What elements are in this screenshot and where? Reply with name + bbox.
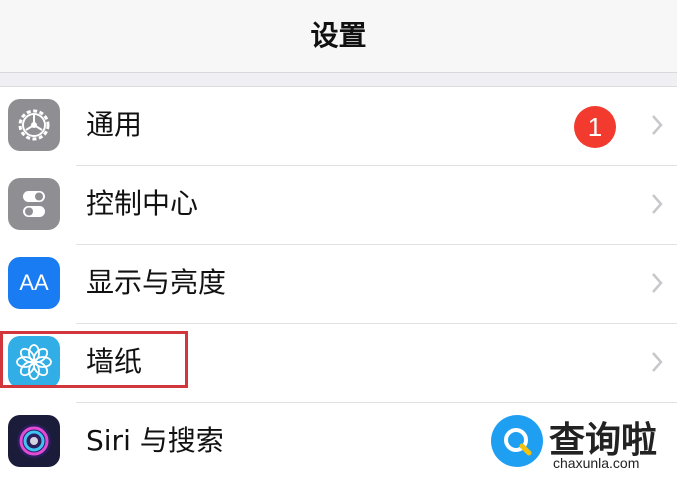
settings-row-label: 显示与亮度 <box>86 266 227 299</box>
chevron-right-icon <box>652 115 663 135</box>
siri-icon <box>8 415 60 467</box>
settings-row-label: 控制中心 <box>86 187 199 220</box>
nav-bar: 设置 <box>0 0 677 73</box>
watermark-subtext: chaxunla.com <box>553 455 640 471</box>
watermark: 查询啦 chaxunla.com <box>491 413 671 477</box>
display-brightness-icon: AA <box>8 257 60 309</box>
watermark-logo-icon <box>491 415 543 467</box>
settings-row-label: Siri 与搜索 <box>86 424 224 457</box>
settings-row-control-center[interactable]: 控制中心 <box>0 166 677 245</box>
chevron-right-icon <box>652 352 663 372</box>
settings-row-label: 通用 <box>86 108 143 141</box>
notification-badge: 1 <box>574 106 616 148</box>
control-center-icon <box>8 178 60 230</box>
chevron-right-icon <box>652 194 663 214</box>
highlight-box <box>0 331 188 388</box>
chevron-right-icon <box>652 273 663 293</box>
display-icon-text: AA <box>19 270 49 295</box>
gear-icon <box>8 99 60 151</box>
page-title: 设置 <box>310 19 367 52</box>
settings-row-general[interactable]: 通用 1 <box>0 87 677 166</box>
settings-row-display-brightness[interactable]: AA 显示与亮度 <box>0 245 677 324</box>
